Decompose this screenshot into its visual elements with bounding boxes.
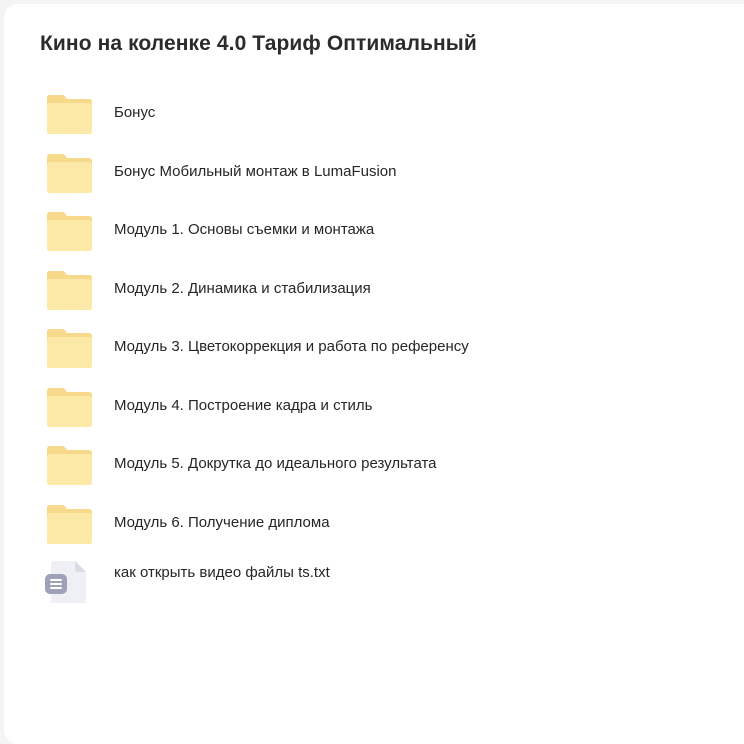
folder-icon: [47, 504, 92, 544]
list-item-folder[interactable]: Модуль 6. Получение диплома: [4, 494, 744, 553]
list-item-folder[interactable]: Модуль 5. Докрутка до идеального результ…: [4, 435, 744, 494]
folder-icon: [47, 153, 92, 193]
folder-name: Модуль 1. Основы съемки и монтажа: [114, 221, 375, 238]
text-file-icon: [45, 561, 86, 603]
folder-icon: [47, 446, 92, 485]
list-item-folder[interactable]: Бонус: [4, 84, 744, 143]
file-list: Бонус Бонус Мобильный монтаж в LumaFusio…: [4, 84, 744, 611]
folder-icon: [47, 387, 92, 427]
list-item-folder[interactable]: Модуль 4. Построение кадра и стиль: [4, 377, 744, 436]
folder-icon: [47, 329, 92, 368]
list-item-folder[interactable]: Модуль 1. Основы съемки и монтажа: [4, 201, 744, 260]
list-item-file[interactable]: как открыть видео файлы ts.txt: [4, 552, 744, 611]
list-item-folder[interactable]: Модуль 2. Динамика и стабилизация: [4, 260, 744, 319]
folder-icon: [47, 212, 92, 251]
list-item-folder[interactable]: Бонус Мобильный монтаж в LumaFusion: [4, 143, 744, 202]
folder-name: Модуль 2. Динамика и стабилизация: [114, 279, 371, 297]
page-title: Кино на коленке 4.0 Тариф Оптимальный: [40, 32, 477, 55]
folder-name: Модуль 3. Цветокоррекция и работа по реф…: [114, 338, 469, 355]
folder-name: Модуль 4. Построение кадра и стиль: [114, 396, 373, 414]
folder-name: Бонус: [114, 104, 156, 121]
folder-name: Бонус Мобильный монтаж в LumaFusion: [114, 162, 397, 180]
folder-icon: [47, 270, 92, 310]
folder-icon: [47, 95, 92, 134]
list-item-folder[interactable]: Модуль 3. Цветокоррекция и работа по реф…: [4, 318, 744, 377]
folder-panel: Кино на коленке 4.0 Тариф Оптимальный Бо…: [4, 4, 744, 744]
folder-name: Модуль 5. Докрутка до идеального результ…: [114, 455, 437, 472]
file-name: как открыть видео файлы ts.txt: [114, 564, 330, 581]
folder-name: Модуль 6. Получение диплома: [114, 513, 330, 531]
